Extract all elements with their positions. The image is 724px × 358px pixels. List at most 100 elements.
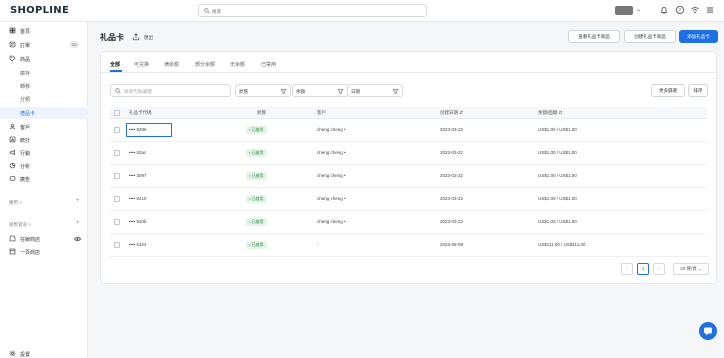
page-title: 礼品卡 [100,33,124,42]
created-date: 2023-03-22 [440,150,464,155]
export-icon [132,33,140,41]
row-checkbox[interactable] [114,173,120,179]
sidebar-item-label: 首頁 [20,29,31,35]
gift-card-search-placeholder: 搜尋代碼/顧客 [124,88,153,94]
menu-grid-icon[interactable] [705,5,715,15]
column-header-code: 礼品卡代碼 [129,110,152,115]
add-gift-card-button[interactable]: 添加礼品卡 [679,30,718,43]
row-checkbox[interactable] [114,242,120,248]
gift-card-code[interactable]: •••• 9296 [129,127,147,132]
sidebar-subitem-categories[interactable]: 分類 [0,93,88,105]
sidebar-item-marketing[interactable]: 行銷 [0,147,88,159]
tab-all[interactable]: 全部 [110,61,120,68]
balance-filter[interactable]: 余額 [292,84,348,97]
gift-card-code[interactable]: •••• 8410 [129,196,147,201]
table-row[interactable]: •••• 82ac • 已啟用 cheng cheng • 2023-03-22… [110,142,707,165]
status-badge: • 已啟用 [246,125,267,134]
sidebar-item-stats[interactable]: 統計 [0,134,88,146]
sidebar-item-settings[interactable]: 設置 [0,348,88,358]
column-header-balance[interactable]: 余額/面額 ⇵ [538,110,562,116]
ad-icon [9,176,16,181]
sidebar-item-one-page-store[interactable]: 一頁商店 [0,246,88,258]
wifi-icon[interactable] [690,5,700,15]
orders-count-badge: 20 [69,41,80,48]
bell-icon[interactable] [659,5,669,15]
customer-name: - [317,242,319,247]
row-checkbox[interactable] [114,127,120,133]
tab-disabled[interactable]: 已禁用 [261,61,276,68]
sidebar-item-orders[interactable]: 訂單 20 [0,39,88,51]
table-row[interactable]: •••• 520b • 已啟用 cheng cheng • 2023-03-22… [110,211,707,234]
next-page-button[interactable]: › [653,263,665,275]
chat-icon [704,327,712,336]
svg-text:?: ? [679,8,682,14]
status-badge: • 已啟用 [246,240,267,249]
prev-page-button[interactable]: ‹ [621,263,633,275]
gift-card-code[interactable]: •••• 61e4 [129,242,147,247]
sidebar-item-label: 一頁商店 [20,250,41,256]
sidebar-subitem-inventory[interactable]: 庫存 [0,67,88,79]
sidebar-subitem-transfers[interactable]: 轉移 [0,80,88,92]
current-page-button[interactable]: 1 [637,263,649,275]
tab-no-balance[interactable]: 无余额 [230,61,245,68]
row-checkbox[interactable] [114,219,120,225]
created-date: 2023-03-22 [440,196,464,201]
column-header-created[interactable]: 创建日期 ⇵ [440,110,463,116]
select-all-checkbox[interactable] [114,110,120,116]
help-icon[interactable]: ? [675,5,685,15]
apps-section-label[interactable]: 應用 > [9,200,22,206]
gift-card-code[interactable]: •••• 3097 [129,173,147,178]
table-row[interactable]: •••• 3097 • 已啟用 cheng cheng • 2023-03-22… [110,165,707,188]
sidebar-item-products[interactable]: 商品 [0,53,88,65]
chart-icon [9,136,16,143]
gear-icon [9,350,16,357]
export-button[interactable]: 匯出 [132,33,158,42]
shopline-logo[interactable]: SHOPLINE [10,5,69,16]
table-row[interactable]: •••• 61e4 • 已啟用 - 2023-08-08 US$111.00 /… [110,234,707,257]
sort-button[interactable]: 排序 [688,84,708,97]
sidebar: 首頁 訂單 20 商品 庫存 轉移 分類 禮品卡 客戶 統計 行銷 分析 廣告 … [0,22,88,358]
tab-redeemable[interactable]: 可兑换 [134,61,149,68]
status-badge: • 已啟用 [246,217,267,226]
eye-icon[interactable] [74,236,81,242]
sidebar-subitem-gift-cards[interactable]: 禮品卡 [0,107,88,119]
global-search[interactable] [198,4,427,17]
date-filter[interactable]: 日期 [347,84,403,97]
status-filter[interactable]: 狀態 [235,84,291,97]
table-row[interactable]: •••• 9296 • 已啟用 cheng cheng • 2023-03-22… [110,119,707,142]
sidebar-item-analytics[interactable]: 分析 [0,160,88,172]
store-icon [9,235,16,242]
more-filters-button[interactable]: 更多篩選 [651,84,685,97]
filter-icon [337,89,344,95]
table-row[interactable]: •••• 8410 • 已啟用 cheng cheng • 2023-03-22… [110,188,707,211]
tab-partial-balance[interactable]: 部分余额 [195,61,215,68]
gift-card-search[interactable]: 搜尋代碼/顧客 [110,84,231,97]
tab-full-balance[interactable]: 满余额 [164,61,179,68]
sort-icon: ⇵ [459,110,464,115]
add-channel-icon[interactable]: + [76,220,80,226]
gift-card-list-card: 全部 可兑换 满余额 部分余额 无余额 已禁用 搜尋代碼/顧客 狀態 余額 日期… [100,51,717,284]
sidebar-item-online-store[interactable]: 在線商店 [0,233,88,245]
status-badge: • 已啟用 [246,148,267,157]
home-icon [9,27,16,34]
create-gift-card-product-button[interactable]: 创建礼品卡商品 [624,30,676,43]
gift-card-code[interactable]: •••• 82ac [129,150,146,155]
chevron-down-icon[interactable]: ⌄ [636,6,641,13]
store-selector-avatar[interactable] [615,6,633,15]
page-size-select[interactable]: 20 條/頁 ⌄ [673,263,709,275]
column-header-balance-label: 余額/面額 [538,110,558,115]
sidebar-item-customers[interactable]: 客戶 [0,121,88,133]
view-gift-card-products-button[interactable]: 查看礼品卡商品 [568,30,620,43]
sidebar-item-home[interactable]: 首頁 [0,25,88,37]
row-checkbox[interactable] [114,196,120,202]
chat-support-button[interactable] [699,322,717,340]
global-search-input[interactable] [212,6,412,16]
gift-card-code[interactable]: •••• 520b [129,219,147,224]
sidebar-subitem-label: 分類 [20,97,31,103]
created-date: 2023-03-22 [440,219,464,224]
channels-section-label[interactable]: 銷售管道 > [9,222,31,228]
status-badge: • 已啟用 [246,171,267,180]
add-app-icon[interactable]: + [76,198,80,204]
row-checkbox[interactable] [114,150,120,156]
sidebar-item-ads[interactable]: 廣告 [0,173,88,185]
